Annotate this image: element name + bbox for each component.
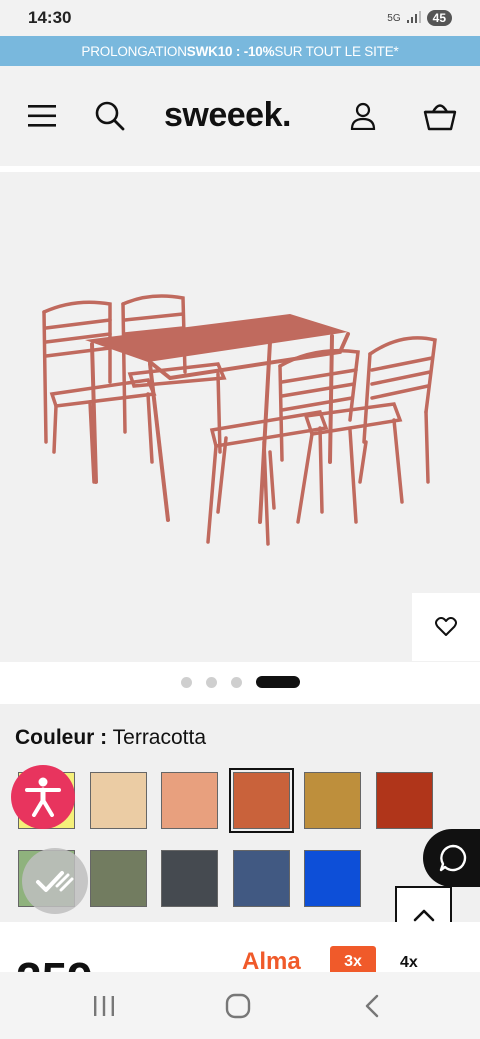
- color-swatch[interactable]: [304, 772, 361, 829]
- status-indicators: 5G 45: [387, 10, 452, 26]
- color-label-key: Couleur :: [15, 726, 108, 749]
- color-swatch[interactable]: [161, 850, 218, 907]
- color-swatch[interactable]: [304, 850, 361, 907]
- color-swatch[interactable]: [89, 772, 147, 829]
- site-logo[interactable]: sweeek.: [164, 96, 291, 135]
- chat-bubble-icon: [439, 844, 467, 872]
- installment-4x-option[interactable]: 4x: [400, 954, 418, 972]
- price-strip: 259 Alma 3x 4x: [0, 922, 480, 972]
- system-nav-bar: [0, 972, 480, 1039]
- price-amount: 259: [16, 952, 93, 972]
- color-label: Couleur : Terracotta: [15, 726, 206, 750]
- gallery-dot[interactable]: [205, 676, 217, 688]
- check-icon: [36, 871, 74, 892]
- heart-icon: [435, 617, 457, 636]
- accessibility-button[interactable]: [11, 765, 75, 829]
- basket-icon[interactable]: [420, 96, 460, 136]
- recent-apps-icon[interactable]: [84, 990, 124, 1022]
- promo-prefix: PROLONGATION: [81, 43, 187, 59]
- color-selected-name: Terracotta: [112, 726, 207, 749]
- network-type: 5G: [387, 12, 401, 24]
- gallery-dot-active[interactable]: [255, 676, 300, 688]
- color-swatch-selected[interactable]: [228, 768, 294, 833]
- promo-suffix: SUR TOUT LE SITE*: [274, 43, 399, 59]
- product-image: [42, 294, 437, 546]
- color-swatch[interactable]: [161, 772, 218, 829]
- color-swatch[interactable]: [232, 850, 290, 907]
- promo-banner[interactable]: PROLONGATION SWK10 : -10% SUR TOUT LE SI…: [0, 36, 480, 66]
- account-icon[interactable]: [343, 96, 383, 136]
- accessibility-icon: [25, 777, 61, 817]
- gallery-pagination: [0, 672, 480, 692]
- check-overlay-button[interactable]: [22, 848, 88, 914]
- gallery-dot[interactable]: [230, 676, 242, 688]
- search-icon[interactable]: [90, 96, 130, 136]
- status-bar: 14:30 5G 45: [0, 0, 480, 36]
- back-icon[interactable]: [352, 990, 392, 1022]
- chevron-up-icon: [413, 909, 434, 921]
- gallery-dot[interactable]: [180, 676, 192, 688]
- status-time: 14:30: [28, 8, 72, 27]
- product-gallery[interactable]: [0, 172, 480, 662]
- color-swatch[interactable]: [89, 850, 147, 907]
- signal-icon: [406, 10, 421, 26]
- color-swatch[interactable]: [375, 772, 433, 829]
- installment-3x-option[interactable]: 3x: [330, 946, 376, 972]
- home-icon[interactable]: [218, 990, 258, 1022]
- site-header: sweeek.: [0, 66, 480, 166]
- chat-button[interactable]: [423, 829, 480, 887]
- promo-code: SWK10 : -10%: [186, 43, 275, 59]
- alma-logo: Alma: [242, 948, 301, 972]
- favorite-button[interactable]: [412, 593, 480, 661]
- menu-icon[interactable]: [22, 96, 62, 136]
- battery-icon: 45: [426, 10, 452, 26]
